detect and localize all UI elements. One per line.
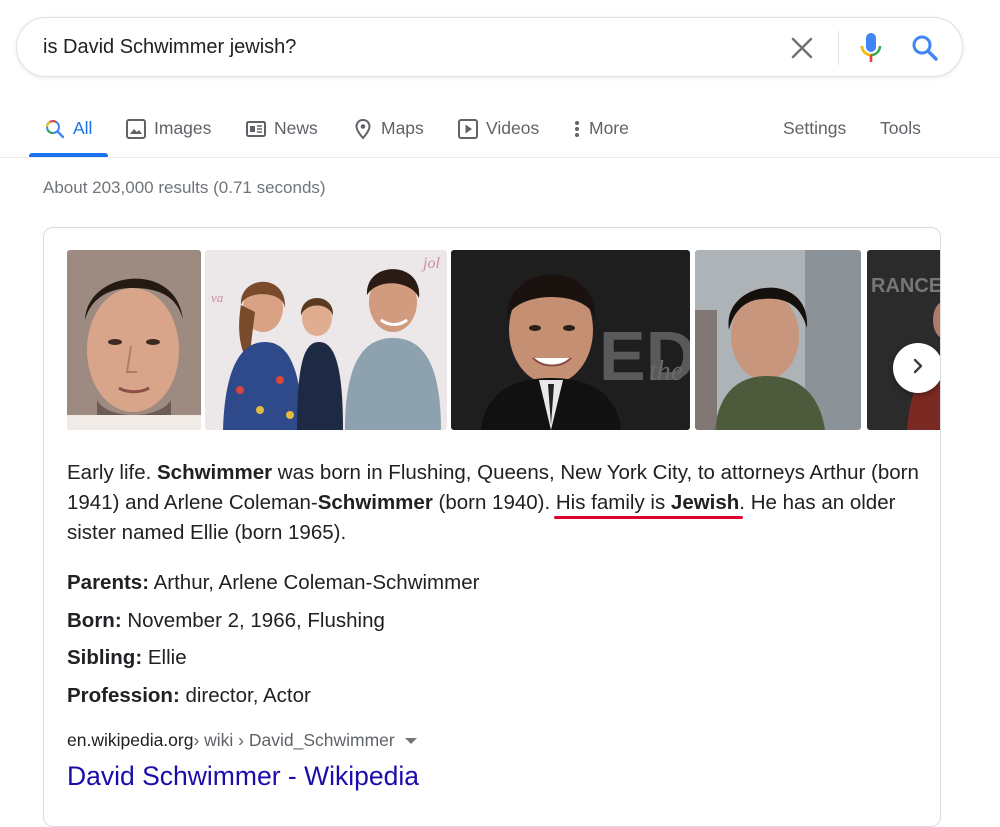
svg-text:jol: jol bbox=[421, 255, 440, 272]
search-icon bbox=[44, 118, 66, 140]
microphone-icon[interactable] bbox=[859, 32, 883, 64]
map-pin-icon bbox=[352, 118, 374, 140]
image-carousel: jol va ED the RANCE bbox=[67, 250, 940, 430]
tab-maps[interactable]: Maps bbox=[352, 100, 424, 157]
tab-tools[interactable]: Tools bbox=[880, 100, 921, 157]
tab-label: Settings bbox=[783, 118, 847, 138]
carousel-image-5[interactable]: RANCE bbox=[867, 250, 940, 430]
fact-key: Parents: bbox=[67, 571, 150, 594]
snippet-bold: Schwimmer bbox=[317, 491, 433, 514]
fact-value: director, Actor bbox=[179, 683, 311, 707]
fact-value: November 2, 1966, Flushing bbox=[121, 608, 385, 632]
play-icon bbox=[457, 118, 479, 140]
search-icon[interactable] bbox=[911, 34, 939, 62]
source-domain: en.wikipedia.org bbox=[67, 730, 194, 750]
fact-list: Parents: Arthur, Arlene Coleman-Schwimme… bbox=[67, 564, 479, 714]
carousel-next-button[interactable] bbox=[893, 343, 940, 393]
fact-key: Sibling: bbox=[67, 646, 143, 669]
highlighted-answer: His family is Jewish bbox=[553, 491, 744, 519]
svg-text:RANCE: RANCE bbox=[871, 275, 940, 297]
carousel-image-3[interactable]: ED the bbox=[451, 250, 690, 430]
fact-born: Born: November 2, 1966, Flushing bbox=[67, 602, 479, 640]
result-stats: About 203,000 results (0.71 seconds) bbox=[43, 178, 326, 197]
tab-videos[interactable]: Videos bbox=[457, 100, 539, 157]
fact-value: Ellie bbox=[142, 646, 187, 669]
tab-label: Videos bbox=[486, 118, 540, 138]
red-underline bbox=[553, 516, 744, 519]
carousel-image-1[interactable] bbox=[67, 250, 201, 430]
fact-key: Profession: bbox=[67, 683, 180, 707]
search-input[interactable] bbox=[43, 32, 763, 62]
tab-label: Images bbox=[154, 118, 212, 138]
snippet-part: Early life. bbox=[67, 461, 157, 484]
fact-parents: Parents: Arthur, Arlene Coleman-Schwimme… bbox=[67, 564, 479, 602]
source-path: › wiki › David_Schwimmer bbox=[193, 730, 395, 750]
tab-more[interactable]: More bbox=[572, 100, 629, 157]
search-bar bbox=[16, 17, 963, 77]
snippet-part: (born 1940). bbox=[432, 491, 556, 514]
svg-text:the: the bbox=[649, 356, 683, 387]
featured-snippet-card: jol va ED the RANCE Early life. Schwimme… bbox=[43, 227, 941, 827]
tab-label: Tools bbox=[880, 118, 921, 138]
search-divider bbox=[838, 31, 839, 65]
tab-settings[interactable]: Settings bbox=[783, 100, 846, 157]
result-title-link[interactable]: David Schwimmer - Wikipedia bbox=[67, 761, 419, 792]
news-icon bbox=[245, 118, 267, 140]
tab-images[interactable]: Images bbox=[125, 100, 211, 157]
source-breadcrumb[interactable]: en.wikipedia.org › wiki › David_Schwimme… bbox=[67, 730, 417, 751]
more-vert-icon bbox=[572, 118, 582, 140]
snippet-part: His family is bbox=[555, 491, 671, 514]
dropdown-caret-icon[interactable] bbox=[404, 737, 417, 744]
image-icon bbox=[125, 118, 147, 140]
search-tabs: All Images News Maps Videos More Setting… bbox=[0, 100, 1000, 158]
chevron-right-icon bbox=[910, 358, 926, 379]
fact-key: Born: bbox=[67, 608, 122, 632]
snippet-bold: Schwimmer bbox=[157, 461, 273, 484]
tab-label: All bbox=[73, 118, 93, 138]
snippet-bold: Jewish bbox=[670, 491, 740, 514]
snippet-text: Early life. Schwimmer was born in Flushi… bbox=[67, 458, 927, 548]
carousel-image-2[interactable]: jol va bbox=[205, 250, 447, 430]
active-tab-indicator bbox=[29, 153, 108, 157]
tab-label: News bbox=[274, 118, 318, 138]
carousel-image-4[interactable] bbox=[695, 250, 861, 430]
clear-icon[interactable] bbox=[789, 35, 815, 61]
tab-all[interactable]: All bbox=[44, 100, 92, 157]
svg-text:va: va bbox=[211, 290, 224, 305]
fact-value: Arthur, Arlene Coleman-Schwimmer bbox=[149, 571, 480, 594]
tab-label: Maps bbox=[381, 118, 424, 138]
fact-sibling: Sibling: Ellie bbox=[67, 639, 479, 677]
tab-news[interactable]: News bbox=[245, 100, 318, 157]
fact-profession: Profession: director, Actor bbox=[67, 677, 479, 715]
tab-label: More bbox=[589, 118, 629, 138]
